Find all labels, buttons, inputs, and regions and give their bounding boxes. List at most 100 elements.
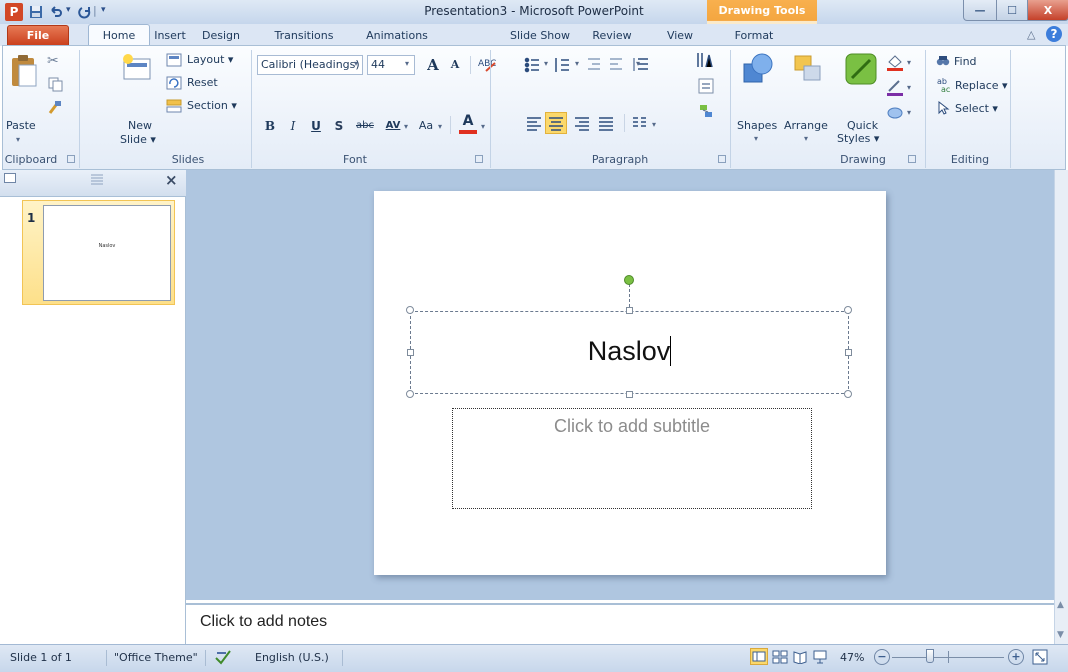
new-slide-dropdown[interactable]: Slide ▾ bbox=[120, 133, 156, 146]
help-icon[interactable]: ? bbox=[1046, 26, 1062, 42]
shape-fill-icon[interactable] bbox=[886, 53, 904, 71]
justify-icon[interactable] bbox=[597, 114, 615, 132]
shapes-dropdown-icon[interactable]: ▾ bbox=[754, 134, 758, 143]
find-icon[interactable] bbox=[936, 54, 950, 68]
new-slide-icon[interactable] bbox=[120, 53, 152, 83]
tab-insert[interactable]: Insert bbox=[150, 26, 190, 45]
change-case-dropdown-icon[interactable]: ▾ bbox=[438, 122, 442, 131]
shadow-button[interactable]: S bbox=[331, 116, 347, 136]
convert-to-smartart-icon[interactable] bbox=[698, 103, 714, 119]
minimize-ribbon-icon[interactable]: △ bbox=[1027, 28, 1035, 41]
fit-slide-to-window-icon[interactable] bbox=[1032, 649, 1048, 665]
replace-icon[interactable]: ab ac bbox=[936, 77, 952, 94]
zoom-level[interactable]: 47% bbox=[840, 649, 864, 667]
reset-button[interactable]: Reset bbox=[187, 76, 218, 89]
scroll-up-icon[interactable]: ▲ bbox=[1057, 600, 1064, 610]
minimize-button[interactable]: — bbox=[963, 0, 997, 21]
undo-icon[interactable] bbox=[47, 3, 65, 21]
change-case-button[interactable]: Aa bbox=[415, 116, 437, 136]
font-size-dropdown-icon[interactable]: ▾ bbox=[405, 59, 409, 68]
underline-button[interactable]: U bbox=[308, 116, 324, 136]
subtitle-placeholder[interactable]: Click to add subtitle bbox=[452, 408, 812, 509]
align-text-icon[interactable] bbox=[698, 78, 714, 94]
drawing-dialog-launcher[interactable] bbox=[908, 155, 916, 163]
columns-dropdown-icon[interactable]: ▾ bbox=[652, 120, 656, 129]
customize-qat-icon[interactable]: ▾ bbox=[101, 5, 106, 15]
strikethrough-button[interactable]: abc bbox=[354, 116, 376, 136]
align-right-icon[interactable] bbox=[573, 114, 591, 132]
theme-name[interactable]: "Office Theme" bbox=[114, 649, 198, 667]
shapes-icon[interactable] bbox=[741, 52, 775, 86]
save-icon[interactable] bbox=[27, 3, 45, 21]
section-icon[interactable] bbox=[166, 99, 182, 113]
vertical-scrollbar[interactable] bbox=[1054, 170, 1068, 644]
resize-handle-top[interactable] bbox=[626, 307, 633, 314]
text-direction-icon[interactable] bbox=[695, 51, 713, 73]
arrange-icon[interactable] bbox=[791, 52, 825, 86]
font-color-dropdown-icon[interactable]: ▾ bbox=[481, 122, 485, 131]
shape-fill-dropdown-icon[interactable]: ▾ bbox=[907, 58, 911, 67]
tab-home[interactable]: Home bbox=[89, 25, 149, 46]
maximize-button[interactable]: ☐ bbox=[996, 0, 1028, 21]
character-spacing-button[interactable]: AV bbox=[383, 116, 403, 136]
new-slide-label[interactable]: New bbox=[128, 119, 152, 132]
bold-button[interactable]: B bbox=[262, 116, 278, 136]
slide-title[interactable]: Naslov bbox=[411, 336, 848, 367]
font-dialog-launcher[interactable] bbox=[475, 155, 483, 163]
scroll-down-icon[interactable]: ▼ bbox=[1057, 630, 1064, 640]
replace-button[interactable]: Replace ▾ bbox=[955, 79, 1008, 92]
reading-view-icon[interactable] bbox=[792, 650, 808, 665]
undo-dropdown-icon[interactable]: ▾ bbox=[66, 5, 71, 15]
quick-styles-label[interactable]: Quick bbox=[847, 119, 878, 132]
slide-show-view-icon[interactable] bbox=[812, 650, 828, 664]
tab-animations[interactable]: Animations bbox=[357, 26, 437, 45]
outline-tab-icon[interactable] bbox=[90, 173, 104, 185]
title-placeholder[interactable]: Naslov bbox=[410, 311, 849, 394]
arrange-button[interactable]: Arrange bbox=[784, 119, 828, 132]
slide-canvas[interactable]: Naslov Click to add subtitle bbox=[374, 191, 886, 575]
quick-styles-dropdown[interactable]: Styles ▾ bbox=[837, 132, 879, 145]
redo-icon[interactable] bbox=[76, 3, 94, 21]
section-button[interactable]: Section ▾ bbox=[187, 99, 237, 112]
copy-icon[interactable] bbox=[47, 76, 63, 92]
resize-handle-top-left[interactable] bbox=[406, 306, 414, 314]
align-left-icon[interactable] bbox=[525, 114, 543, 132]
tab-design[interactable]: Design bbox=[197, 26, 245, 45]
select-button[interactable]: Select ▾ bbox=[955, 102, 998, 115]
zoom-slider-thumb[interactable] bbox=[926, 649, 934, 663]
zoom-in-button[interactable]: + bbox=[1008, 649, 1024, 665]
tab-transitions[interactable]: Transitions bbox=[264, 26, 344, 45]
shape-effects-icon[interactable] bbox=[886, 103, 904, 121]
tab-format[interactable]: Format bbox=[730, 26, 778, 45]
normal-view-icon[interactable] bbox=[750, 648, 768, 665]
spell-check-icon[interactable] bbox=[214, 648, 232, 666]
slides-tab-icon[interactable] bbox=[4, 173, 16, 183]
find-button[interactable]: Find bbox=[954, 55, 977, 68]
cut-icon[interactable]: ✂ bbox=[47, 53, 63, 69]
clipboard-dialog-launcher[interactable] bbox=[67, 155, 75, 163]
powerpoint-app-icon[interactable]: P bbox=[5, 3, 23, 21]
slide-thumbnail[interactable]: Naslov bbox=[43, 205, 171, 301]
paste-dropdown-icon[interactable]: ▾ bbox=[16, 135, 20, 144]
language[interactable]: English (U.S.) bbox=[255, 649, 329, 667]
shapes-button[interactable]: Shapes bbox=[737, 119, 777, 132]
center-align-icon[interactable] bbox=[545, 112, 567, 134]
arrange-dropdown-icon[interactable]: ▾ bbox=[804, 134, 808, 143]
rotation-handle[interactable] bbox=[624, 275, 634, 285]
slide-sorter-view-icon[interactable] bbox=[772, 650, 788, 664]
tab-slide-show[interactable]: Slide Show bbox=[500, 26, 580, 45]
layout-icon[interactable] bbox=[166, 53, 182, 67]
select-cursor-icon[interactable] bbox=[937, 100, 951, 115]
grow-font-button[interactable]: A bbox=[424, 55, 442, 75]
font-color-button[interactable]: A bbox=[459, 113, 477, 134]
paragraph-dialog-launcher[interactable] bbox=[718, 155, 726, 163]
character-spacing-dropdown-icon[interactable]: ▾ bbox=[404, 122, 408, 131]
clear-formatting-icon[interactable]: ABC bbox=[476, 55, 498, 75]
columns-icon[interactable] bbox=[631, 114, 649, 132]
tab-home-frame[interactable]: Home bbox=[88, 24, 150, 47]
shrink-font-button[interactable]: A bbox=[447, 55, 463, 75]
format-painter-icon[interactable] bbox=[47, 99, 63, 115]
font-name-combobox[interactable]: Calibri (Headings) bbox=[257, 55, 363, 75]
shape-outline-icon[interactable] bbox=[886, 78, 904, 96]
italic-button[interactable]: I bbox=[285, 116, 301, 136]
